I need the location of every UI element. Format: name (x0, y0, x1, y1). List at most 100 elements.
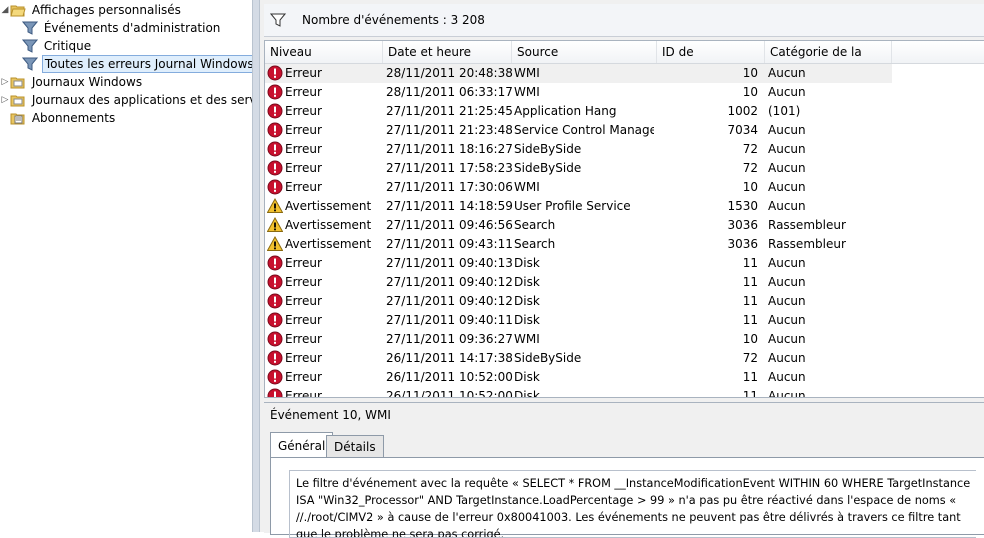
table-row[interactable]: Erreur 27/11/2011 17:30:06 WMI 10 Aucun (265, 178, 892, 197)
table-row[interactable]: Erreur 27/11/2011 09:36:27 WMI 10 Aucun (265, 330, 892, 349)
cell-category-text: (101) (768, 104, 801, 118)
error-icon (267, 103, 283, 119)
events-toolbar: Nombre d'événements : 3 208 (264, 4, 984, 37)
cell-event-id: 10 (654, 330, 758, 349)
folder-open-icon (10, 2, 26, 18)
cell-event-id: 7034 (654, 121, 758, 140)
cell-event-id: 1002 (654, 102, 758, 121)
cell-level-text: Erreur (285, 389, 322, 398)
cell-category: (101) (768, 102, 888, 121)
cell-level: Erreur (267, 83, 385, 102)
cell-category: Aucun (768, 292, 888, 311)
cell-category: Aucun (768, 64, 888, 83)
collapse-arrow-icon[interactable]: ◢ (0, 1, 10, 19)
cell-event-id: 3036 (654, 235, 758, 254)
navigation-tree: ◢ Affichages personnalisés Événements d'… (0, 0, 252, 532)
table-row[interactable]: Erreur 27/11/2011 09:40:11 Disk 11 Aucun (265, 311, 892, 330)
table-row[interactable]: Erreur 27/11/2011 09:40:13 Disk 11 Aucun (265, 254, 892, 273)
column-header-source[interactable]: Source (512, 41, 657, 63)
tab-details[interactable]: Détails (326, 435, 384, 458)
tree-item-abonnements[interactable]: Abonnements (10, 109, 117, 127)
cell-level-text: Erreur (285, 104, 322, 118)
cell-category: Aucun (768, 368, 888, 387)
cell-category: Aucun (768, 83, 888, 102)
tree-item-critique[interactable]: Critique (21, 37, 93, 55)
cell-category-text: Aucun (768, 142, 806, 156)
table-row[interactable]: Erreur 27/11/2011 18:16:27 SideBySide 72 Auc… (265, 140, 892, 159)
cell-level: Avertissement (267, 235, 385, 254)
tab-general[interactable]: Général (270, 432, 334, 458)
table-row[interactable]: Erreur 26/11/2011 14:17:38 SideBySide 72 Auc… (265, 349, 892, 368)
cell-date-text: 28/11/2011 20:48:38 (386, 66, 513, 80)
column-header-date[interactable]: Date et heure (383, 41, 512, 63)
table-row[interactable]: Erreur 28/11/2011 06:33:17 WMI 10 Aucun (265, 83, 892, 102)
cell-source-text: SideBySide (514, 142, 582, 156)
tree-item-journaux-applications[interactable]: ▷ Journaux des applications et des servi… (0, 91, 252, 109)
column-header-categorie[interactable]: Catégorie de la tâche (765, 41, 892, 81)
column-header-niveau[interactable]: Niveau (265, 41, 383, 63)
warning-icon (267, 197, 284, 214)
cell-source-text: Disk (514, 275, 540, 289)
cell-source: Disk (514, 387, 654, 397)
cell-date-text: 27/11/2011 09:46:56 (386, 218, 513, 232)
table-row[interactable]: Erreur 28/11/2011 20:48:38 WMI 10 Aucun (265, 64, 892, 83)
folder-icon (10, 74, 26, 90)
table-row[interactable]: Avertissement 27/11/2011 09:43:11 Search 30… (265, 235, 892, 254)
filter-icon (21, 20, 39, 36)
cell-date: 27/11/2011 09:40:13 (385, 254, 514, 273)
cell-event-id-text: 11 (742, 256, 758, 270)
expand-arrow-icon[interactable]: ▷ (0, 73, 10, 91)
table-row[interactable]: Erreur 27/11/2011 21:23:48 Service Control… (265, 121, 892, 140)
error-icon (267, 255, 283, 271)
table-row[interactable]: Erreur 26/11/2011 10:52:00 Disk 11 Aucun (265, 387, 892, 398)
table-row[interactable]: Avertissement 27/11/2011 14:18:59 User Pro… (265, 197, 892, 216)
error-icon (267, 84, 283, 100)
table-header: Niveau Date et heure Source ID de l'évén… (265, 41, 984, 81)
cell-source: Search (514, 216, 654, 235)
cell-date-text: 27/11/2011 17:58:23 (386, 161, 513, 175)
cell-source-text: Application Hang (514, 104, 617, 118)
error-icon (267, 141, 283, 157)
cell-date-text: 26/11/2011 10:52:00 (386, 389, 513, 398)
column-header-id[interactable]: ID de l'événement (657, 41, 765, 81)
table-row[interactable]: Erreur 26/11/2011 10:52:00 Disk 11 Aucun (265, 368, 892, 387)
pane-splitter[interactable] (252, 0, 260, 532)
expand-arrow-icon[interactable]: ▷ (0, 91, 10, 109)
cell-category: Aucun (768, 273, 888, 292)
cell-category-text: Aucun (768, 66, 806, 80)
cell-date: 27/11/2011 09:36:27 (385, 330, 514, 349)
cell-event-id: 72 (654, 140, 758, 159)
cell-event-id-text: 72 (742, 161, 758, 175)
tree-item-journaux-windows[interactable]: ▷ Journaux Windows (0, 73, 144, 91)
cell-date-text: 27/11/2011 09:40:12 (386, 294, 513, 308)
table-row[interactable]: Erreur 27/11/2011 17:58:23 SideBySide 72 Auc… (265, 159, 892, 178)
cell-category-text: Aucun (768, 85, 806, 99)
cell-category: Aucun (768, 387, 888, 397)
cell-category: Aucun (768, 197, 888, 216)
tree-item-toutes-les-erreurs[interactable]: Toutes les erreurs Journal Windows (21, 55, 252, 73)
cell-source-text: WMI (514, 180, 540, 194)
cell-level-text: Avertissement (285, 218, 372, 232)
cell-level: Erreur (267, 178, 385, 197)
cell-event-id-text: 11 (742, 313, 758, 327)
table-row[interactable]: Erreur 27/11/2011 21:25:45 Application Han… (265, 102, 892, 121)
filter-icon (21, 38, 39, 54)
cell-level: Erreur (267, 368, 385, 387)
cell-category-text: Aucun (768, 123, 806, 137)
cell-date: 28/11/2011 20:48:38 (385, 64, 514, 83)
table-row[interactable]: Erreur 27/11/2011 09:40:12 Disk 11 Aucun (265, 273, 892, 292)
table-row[interactable]: Erreur 27/11/2011 09:40:12 Disk 11 Aucun (265, 292, 892, 311)
tree-item-evenements-administration[interactable]: Événements d'administration (21, 19, 222, 37)
cell-category-text: Rassembleur (768, 218, 846, 232)
tree-item-affichages-personnalises[interactable]: ◢ Affichages personnalisés (0, 1, 183, 19)
cell-date-text: 27/11/2011 09:40:12 (386, 275, 513, 289)
cell-event-id: 10 (654, 83, 758, 102)
cell-event-id-text: 72 (742, 142, 758, 156)
event-description: Le filtre d'événement avec la requête « … (289, 470, 976, 538)
cell-level-text: Erreur (285, 370, 322, 384)
cell-event-id: 10 (654, 64, 758, 83)
cell-category-text: Aucun (768, 351, 806, 365)
error-icon (267, 312, 283, 328)
table-row[interactable]: Avertissement 27/11/2011 09:46:56 Search 30… (265, 216, 892, 235)
cell-event-id-text: 10 (742, 180, 758, 194)
